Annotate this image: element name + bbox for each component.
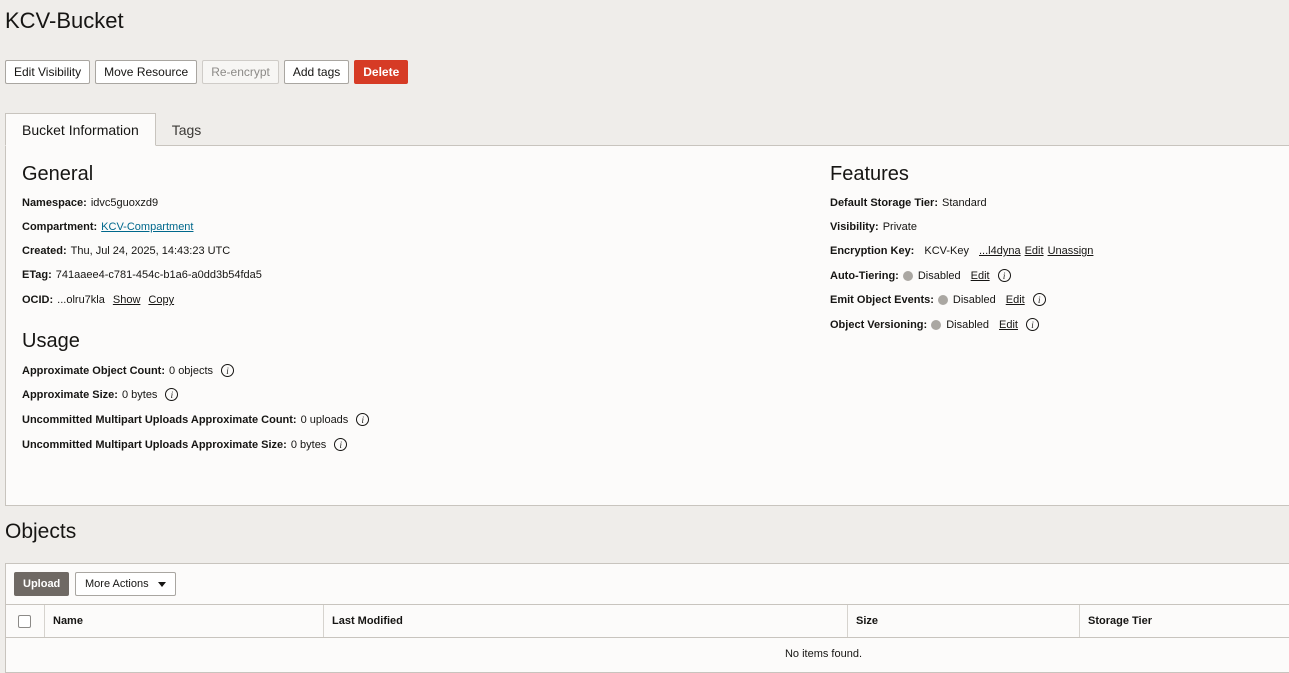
- approx-size-row: Approximate Size: 0 bytes i: [22, 388, 179, 401]
- auto-tiering-label: Auto-Tiering:: [830, 269, 899, 282]
- bucket-information-panel: General Namespace: idvc5guoxzd9 Compartm…: [5, 145, 1289, 506]
- status-dot-icon: [931, 319, 942, 330]
- visibility-label: Visibility:: [830, 221, 879, 233]
- reencrypt-button[interactable]: Re-encrypt: [202, 60, 279, 84]
- status-dot-icon: [937, 294, 948, 305]
- encryption-key-label: Encryption Key:: [830, 245, 915, 257]
- encryption-key-row: Encryption Key: KCV-Key ...l4dyna Edit U…: [830, 245, 1093, 257]
- emit-events-label: Emit Object Events:: [830, 293, 934, 306]
- page-title: KCV-Bucket: [5, 8, 124, 33]
- created-row: Created: Thu, Jul 24, 2025, 14:43:23 UTC: [22, 245, 230, 257]
- ocid-copy-link[interactable]: Copy: [148, 294, 174, 306]
- storage-tier-value: Standard: [942, 197, 987, 209]
- tab-tags[interactable]: Tags: [156, 113, 218, 146]
- multipart-size-value: 0 bytes: [290, 438, 327, 451]
- info-icon[interactable]: i: [221, 364, 235, 377]
- ocid-show-link[interactable]: Show: [113, 294, 141, 306]
- delete-button[interactable]: Delete: [354, 60, 409, 84]
- ocid-row: OCID: ...olru7kla Show Copy: [22, 294, 174, 306]
- namespace-value: idvc5guoxzd9: [90, 197, 159, 209]
- detail-tabs: Bucket Information Tags: [5, 113, 217, 146]
- visibility-row: Visibility: Private: [830, 221, 917, 233]
- ocid-label: OCID:: [22, 294, 54, 306]
- object-count-row: Approximate Object Count: 0 objects i: [22, 364, 235, 377]
- compartment-link[interactable]: KCV-Compartment: [101, 221, 193, 233]
- compartment-label: Compartment:: [22, 221, 98, 233]
- info-icon[interactable]: i: [1025, 318, 1039, 331]
- action-toolbar: Edit Visibility Move Resource Re-encrypt…: [5, 60, 409, 84]
- storage-tier-label: Default Storage Tier:: [830, 197, 938, 209]
- usage-heading: Usage: [22, 330, 80, 352]
- tab-bucket-information[interactable]: Bucket Information: [5, 113, 156, 146]
- encryption-unassign-link[interactable]: Unassign: [1048, 245, 1094, 257]
- objects-table-header: Name Last Modified Size Storage Tier: [6, 604, 1289, 638]
- encryption-key-value: KCV-Key: [924, 245, 969, 257]
- more-actions-label: More Actions: [85, 578, 149, 590]
- info-icon[interactable]: i: [997, 269, 1011, 282]
- move-resource-button[interactable]: Move Resource: [95, 60, 198, 84]
- auto-tiering-value: Disabled: [917, 269, 961, 282]
- etag-value: 741aaee4-c781-454c-b1a6-a0dd3b54fda5: [55, 269, 262, 281]
- column-header-storage-tier[interactable]: Storage Tier: [1079, 605, 1289, 637]
- multipart-count-value: 0 uploads: [300, 413, 349, 426]
- info-icon[interactable]: i: [334, 438, 348, 451]
- multipart-size-label: Uncommitted Multipart Uploads Approximat…: [22, 438, 287, 451]
- info-icon[interactable]: i: [356, 413, 370, 426]
- column-header-name[interactable]: Name: [44, 605, 323, 637]
- approx-size-value: 0 bytes: [121, 388, 158, 401]
- multipart-count-row: Uncommitted Multipart Uploads Approximat…: [22, 413, 370, 426]
- created-label: Created:: [22, 245, 67, 257]
- approx-size-label: Approximate Size:: [22, 388, 118, 401]
- visibility-value: Private: [882, 221, 917, 233]
- versioning-edit-link[interactable]: Edit: [999, 319, 1018, 331]
- general-heading: General: [22, 163, 94, 185]
- status-dot-icon: [902, 270, 913, 281]
- edit-visibility-button[interactable]: Edit Visibility: [5, 60, 91, 84]
- encryption-key-id-link[interactable]: ...l4dyna: [979, 245, 1021, 257]
- empty-table-message: No items found.: [784, 648, 863, 660]
- emit-events-value: Disabled: [952, 293, 996, 306]
- emit-events-row: Emit Object Events: Disabled Edit i: [830, 293, 1046, 306]
- versioning-value: Disabled: [946, 318, 989, 331]
- info-icon[interactable]: i: [165, 388, 179, 401]
- objects-panel: Upload More Actions Name Last Modified S…: [5, 563, 1289, 673]
- emit-events-edit-link[interactable]: Edit: [1006, 294, 1025, 306]
- upload-button[interactable]: Upload: [14, 572, 70, 596]
- namespace-row: Namespace: idvc5guoxzd9: [22, 197, 158, 209]
- auto-tiering-edit-link[interactable]: Edit: [971, 270, 990, 282]
- chevron-down-icon: [157, 581, 166, 587]
- column-header-last-modified[interactable]: Last Modified: [323, 605, 847, 637]
- versioning-row: Object Versioning: Disabled Edit i: [830, 318, 1039, 331]
- more-actions-button[interactable]: More Actions: [75, 572, 176, 596]
- info-icon[interactable]: i: [1032, 293, 1046, 306]
- column-header-size[interactable]: Size: [847, 605, 1079, 637]
- compartment-row: Compartment: KCV-Compartment: [22, 221, 193, 233]
- multipart-count-label: Uncommitted Multipart Uploads Approximat…: [22, 413, 297, 426]
- multipart-size-row: Uncommitted Multipart Uploads Approximat…: [22, 438, 348, 451]
- encryption-edit-link[interactable]: Edit: [1025, 245, 1044, 257]
- storage-tier-row: Default Storage Tier: Standard: [830, 197, 987, 209]
- object-count-label: Approximate Object Count:: [22, 364, 166, 377]
- auto-tiering-row: Auto-Tiering: Disabled Edit i: [830, 269, 1011, 282]
- versioning-label: Object Versioning:: [830, 318, 928, 331]
- etag-row: ETag: 741aaee4-c781-454c-b1a6-a0dd3b54fd…: [22, 269, 262, 281]
- created-value: Thu, Jul 24, 2025, 14:43:23 UTC: [70, 245, 231, 257]
- select-all-checkbox[interactable]: [18, 615, 31, 628]
- add-tags-button[interactable]: Add tags: [283, 60, 350, 84]
- object-count-value: 0 objects: [169, 364, 214, 377]
- etag-label: ETag:: [22, 269, 52, 281]
- ocid-value: ...olru7kla: [57, 294, 105, 306]
- objects-heading: Objects: [5, 520, 77, 543]
- features-heading: Features: [830, 163, 909, 185]
- namespace-label: Namespace:: [22, 197, 87, 209]
